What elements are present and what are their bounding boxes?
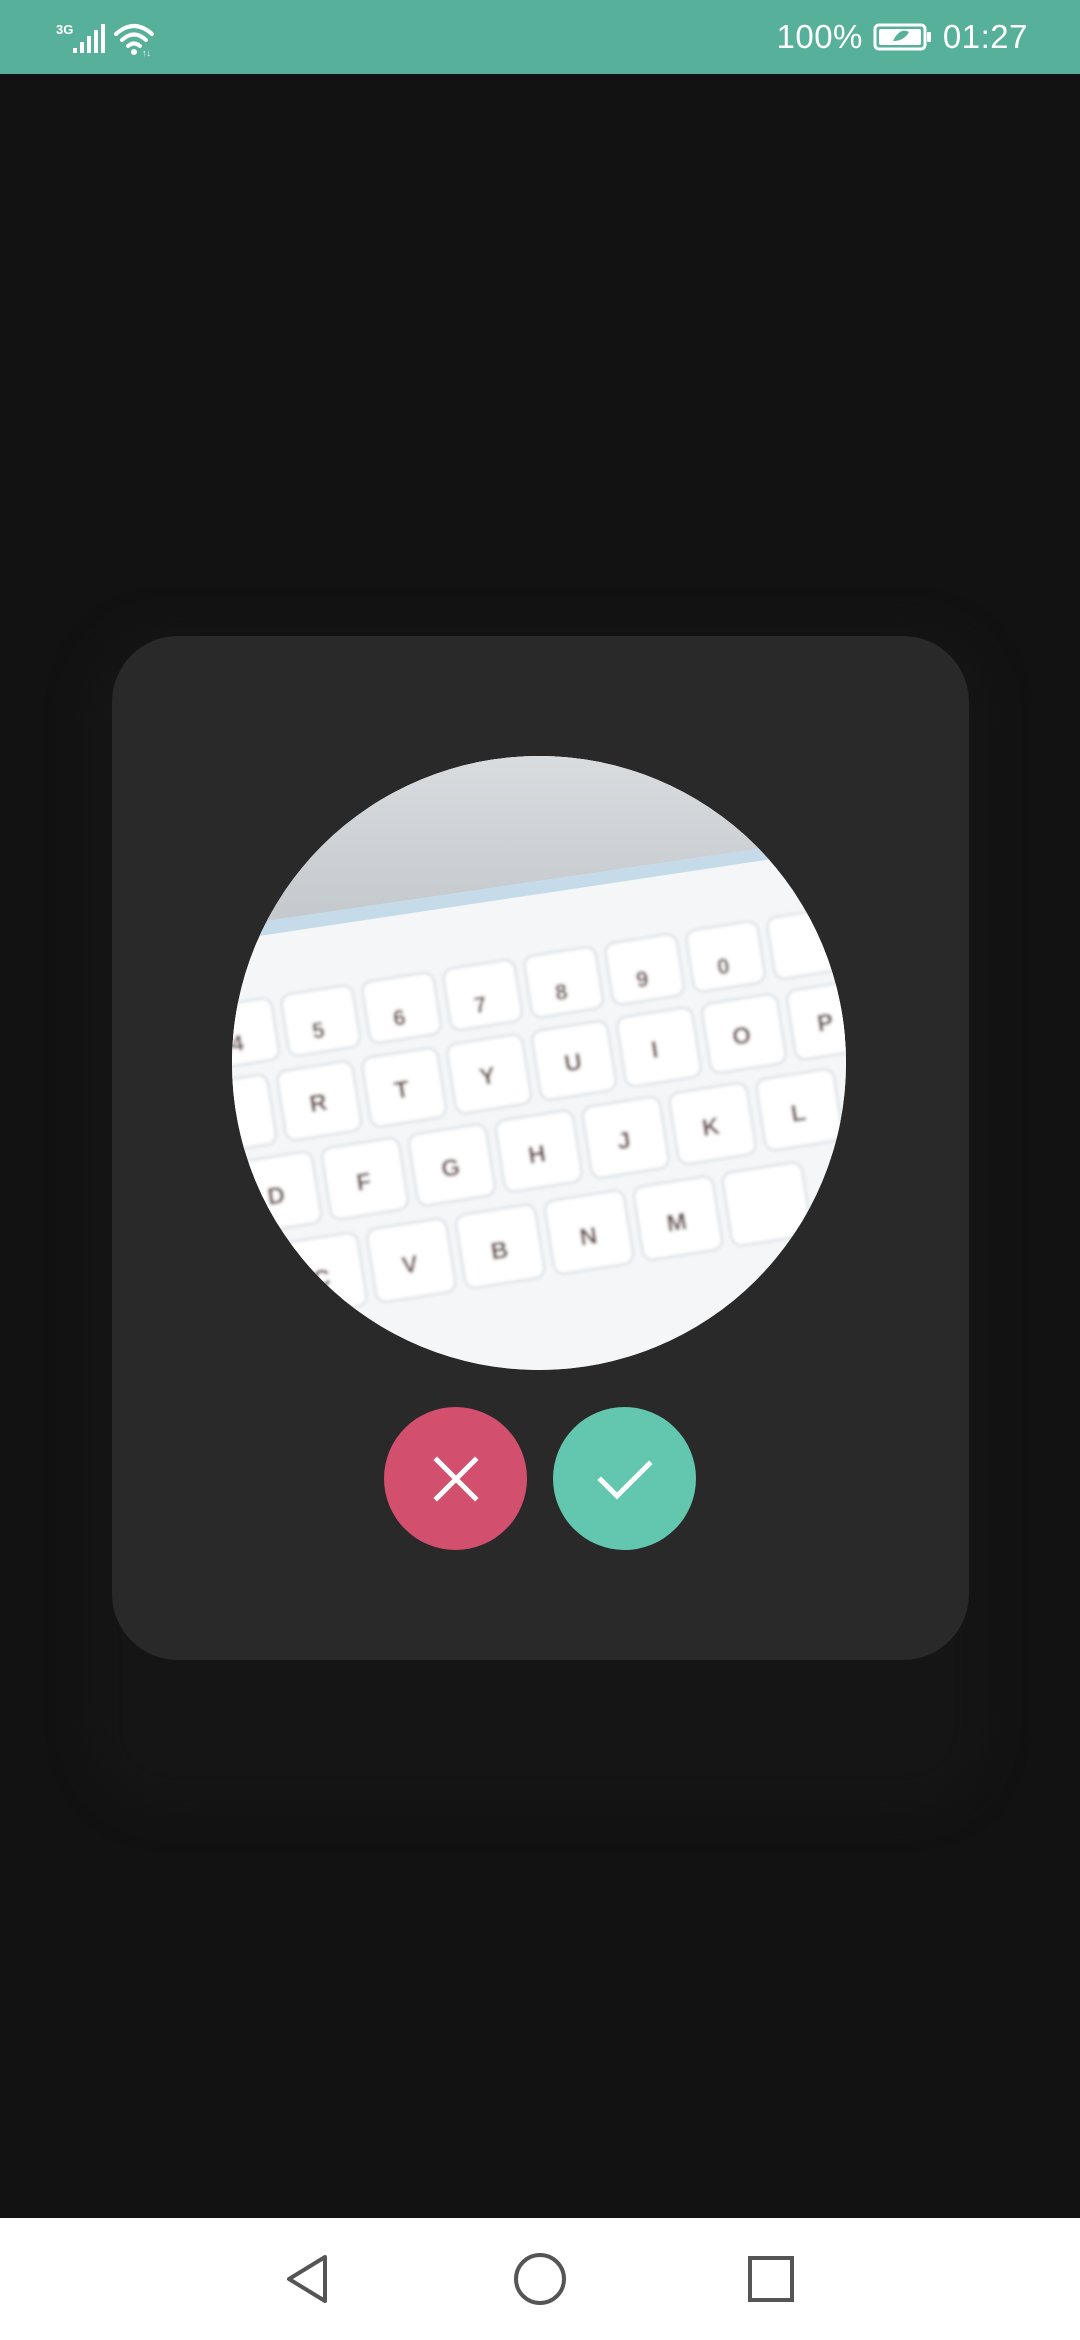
navigation-bar	[0, 2218, 1080, 2340]
battery-saver-icon	[873, 23, 931, 51]
battery-percent: 100%	[776, 18, 863, 55]
clock: 01:27	[942, 18, 1028, 55]
home-circle-icon	[514, 2253, 566, 2305]
home-button[interactable]	[507, 2246, 573, 2312]
confirm-button[interactable]	[553, 1407, 696, 1550]
recents-button[interactable]	[738, 2246, 804, 2312]
status-right: 100% 01:27	[777, 0, 1029, 74]
close-icon	[432, 1455, 479, 1502]
svg-text:M: M	[665, 1208, 689, 1238]
keyboard-photo: 4567 890 RTY U I O P D F G H J K L C V B…	[232, 756, 846, 1370]
back-triangle-icon	[287, 2255, 327, 2303]
svg-text:↑↓: ↑↓	[142, 48, 151, 58]
status-left: 3G ↑↓	[54, 14, 164, 60]
image-preview: 4567 890 RTY U I O P D F G H J K L C V B…	[232, 756, 846, 1370]
wifi-icon: ↑↓	[114, 24, 154, 58]
network-label: 3G	[56, 22, 73, 37]
cancel-button[interactable]	[384, 1407, 527, 1550]
crop-dialog: 4567 890 RTY U I O P D F G H J K L C V B…	[112, 636, 969, 1660]
main-area: 4567 890 RTY U I O P D F G H J K L C V B…	[0, 74, 1080, 2218]
check-icon	[596, 1459, 653, 1500]
cell-signal-icon: 3G ↑↓	[56, 22, 154, 58]
recents-square-icon	[748, 2256, 794, 2302]
dialog-actions	[112, 1407, 969, 1551]
back-button[interactable]	[276, 2246, 342, 2312]
status-bar: 3G ↑↓ 100% 01:27	[0, 0, 1080, 74]
